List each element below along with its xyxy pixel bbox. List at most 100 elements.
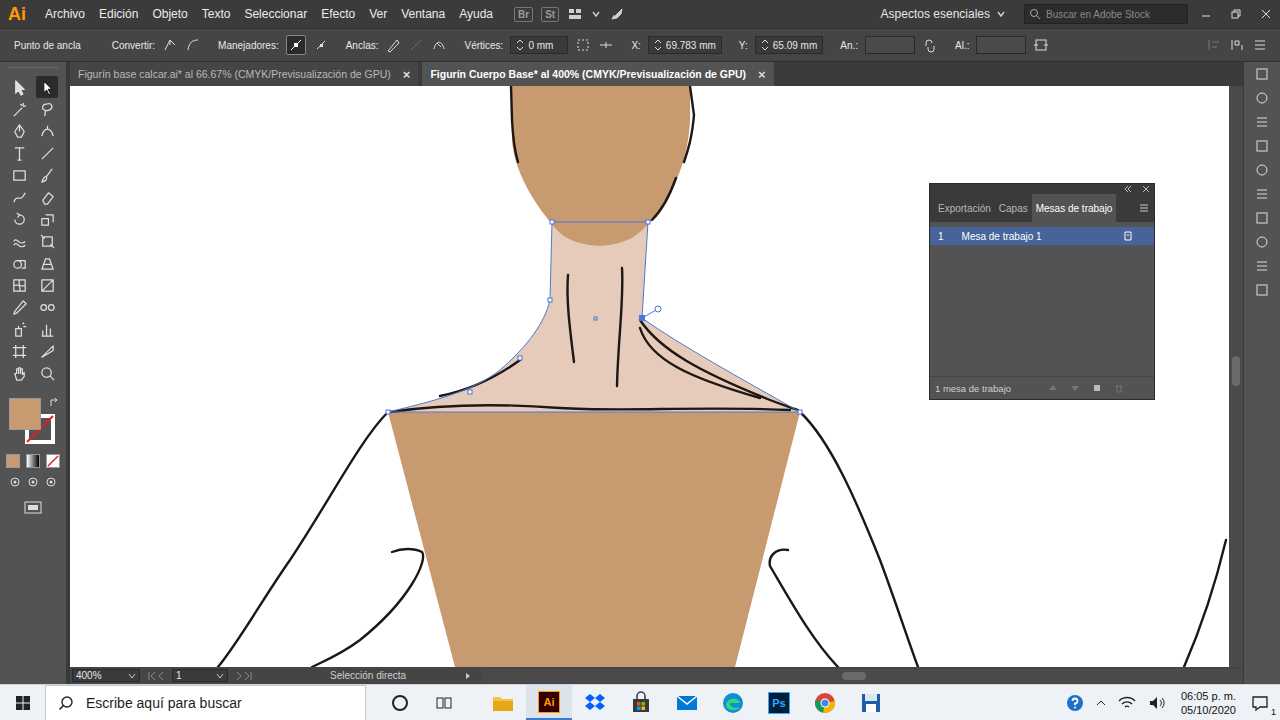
help-icon[interactable] [1065, 693, 1085, 713]
close-icon[interactable] [1260, 8, 1272, 20]
panel-menu-icon[interactable] [1138, 202, 1150, 214]
screen-mode-icon[interactable] [23, 500, 43, 516]
gradient-button[interactable] [26, 454, 40, 468]
spinner-icon[interactable] [516, 38, 524, 52]
move-up-icon[interactable] [1048, 383, 1058, 393]
collapse-icon[interactable] [1124, 185, 1132, 193]
distribute-icon[interactable] [1229, 37, 1245, 53]
cut-path-icon[interactable] [431, 37, 447, 53]
spinner-icon[interactable] [654, 38, 662, 52]
taskbar-app[interactable] [710, 685, 756, 720]
stock-search-field[interactable]: Buscar en Adobe Stock [1024, 4, 1188, 24]
menu-item[interactable]: Ayuda [452, 7, 500, 21]
menu-item[interactable]: Ventana [394, 7, 452, 21]
taskbar-app[interactable] [618, 685, 664, 720]
dock-panel-icon[interactable] [1254, 186, 1270, 202]
tool-button[interactable] [8, 252, 30, 274]
y-field[interactable]: 65.09 mm [755, 36, 823, 54]
anchor-point[interactable] [548, 298, 552, 302]
tool-button[interactable] [8, 274, 30, 296]
document-tab[interactable]: Figurín base calcar.ai* al 66.67% (CMYK/… [70, 62, 418, 86]
panel-title-bar[interactable] [930, 184, 1154, 194]
tool-button[interactable] [36, 252, 58, 274]
panel-tab[interactable]: Mesas de trabajo [1032, 194, 1117, 222]
panel-grip[interactable] [8, 67, 58, 72]
tool-button[interactable] [8, 362, 30, 384]
hide-handles-icon[interactable] [313, 37, 329, 53]
tool-button[interactable] [8, 98, 30, 120]
align-objects-icon[interactable] [1206, 37, 1222, 53]
spinner-icon[interactable] [761, 38, 769, 52]
tab-close-button[interactable]: × [403, 67, 411, 82]
anchor-point[interactable] [518, 356, 522, 360]
move-down-icon[interactable] [1070, 383, 1080, 393]
bridge-button[interactable]: Br [514, 7, 533, 22]
anchor-point[interactable] [550, 220, 554, 224]
isolate-icon[interactable] [1033, 37, 1049, 53]
tool-button[interactable] [8, 76, 30, 98]
fill-swatch[interactable] [9, 398, 41, 430]
next-last-artboard-icon[interactable] [234, 671, 254, 681]
scroll-thumb[interactable] [1232, 356, 1240, 386]
status-menu-icon[interactable] [464, 672, 472, 680]
draw-mode-icon[interactable] [27, 476, 39, 488]
artboard-field[interactable]: 1 [172, 669, 228, 682]
selected-anchor-point[interactable] [639, 315, 645, 321]
menu-item[interactable]: Texto [195, 7, 238, 21]
artboard-canvas[interactable]: ExportaciónCapasMesas de trabajo 1Mesa de… [70, 86, 1229, 667]
windows-start-icon[interactable] [15, 695, 31, 711]
artboard-row[interactable]: 1Mesa de trabajo 1 [930, 227, 1154, 245]
anchor-point[interactable] [646, 220, 650, 224]
cortana-icon[interactable] [390, 693, 410, 713]
tool-button[interactable] [8, 296, 30, 318]
taskbar-search-box[interactable]: Escribe aquí para buscar [45, 685, 366, 720]
anchor-point[interactable] [798, 410, 802, 414]
minimize-icon[interactable] [1200, 8, 1212, 20]
tool-button[interactable] [8, 318, 30, 340]
remove-anchor-icon[interactable] [385, 37, 401, 53]
tool-button[interactable] [36, 76, 58, 98]
tool-button[interactable] [36, 318, 58, 340]
workspace-switcher[interactable]: Aspectos esenciales [881, 7, 1006, 21]
bridge-button[interactable]: St [541, 7, 559, 22]
panel-tab[interactable]: Exportación [934, 194, 995, 222]
arrange-documents-icon[interactable] [567, 6, 583, 22]
color-button[interactable] [6, 454, 20, 468]
tool-button[interactable] [36, 164, 58, 186]
menu-item[interactable]: Efecto [314, 7, 362, 21]
dock-panel-icon[interactable] [1254, 234, 1270, 250]
menu-item[interactable]: Objeto [145, 7, 194, 21]
notification-center-button[interactable]: 1 [1250, 693, 1270, 713]
convert-corner-icon[interactable] [162, 37, 178, 53]
zoom-field[interactable]: 400% [72, 669, 140, 682]
panel-menu-icon[interactable] [1252, 37, 1268, 53]
vertical-scrollbar[interactable] [1229, 86, 1243, 667]
tool-button[interactable] [36, 230, 58, 252]
anchor-point[interactable] [386, 410, 390, 414]
bezier-handle[interactable] [655, 306, 661, 312]
tool-button[interactable] [36, 362, 58, 384]
tool-button[interactable] [8, 142, 30, 164]
tab-close-button[interactable]: × [758, 67, 766, 82]
dock-panel-icon[interactable] [1254, 258, 1270, 274]
menu-item[interactable]: Ver [362, 7, 394, 21]
taskbar-app[interactable]: Ai [526, 685, 572, 720]
delete-icon[interactable] [1114, 383, 1124, 393]
panel-tab[interactable]: Capas [995, 194, 1032, 222]
taskbar-app[interactable] [664, 685, 710, 720]
scroll-thumb[interactable] [842, 672, 866, 680]
dock-panel-icon[interactable] [1254, 138, 1270, 154]
dock-panel-icon[interactable] [1254, 282, 1270, 298]
taskbar-app[interactable] [848, 685, 894, 720]
tool-button[interactable] [36, 142, 58, 164]
tool-button[interactable] [36, 296, 58, 318]
tool-button[interactable] [8, 340, 30, 362]
chevron-down-icon[interactable] [591, 9, 601, 19]
convert-smooth-icon[interactable] [185, 37, 201, 53]
new-artboard-icon[interactable] [1092, 383, 1102, 393]
gpu-rocket-icon[interactable] [609, 6, 625, 22]
tool-button[interactable] [36, 98, 58, 120]
dock-panel-icon[interactable] [1254, 114, 1270, 130]
artboard-options-icon[interactable] [1122, 230, 1134, 242]
tool-button[interactable] [8, 230, 30, 252]
